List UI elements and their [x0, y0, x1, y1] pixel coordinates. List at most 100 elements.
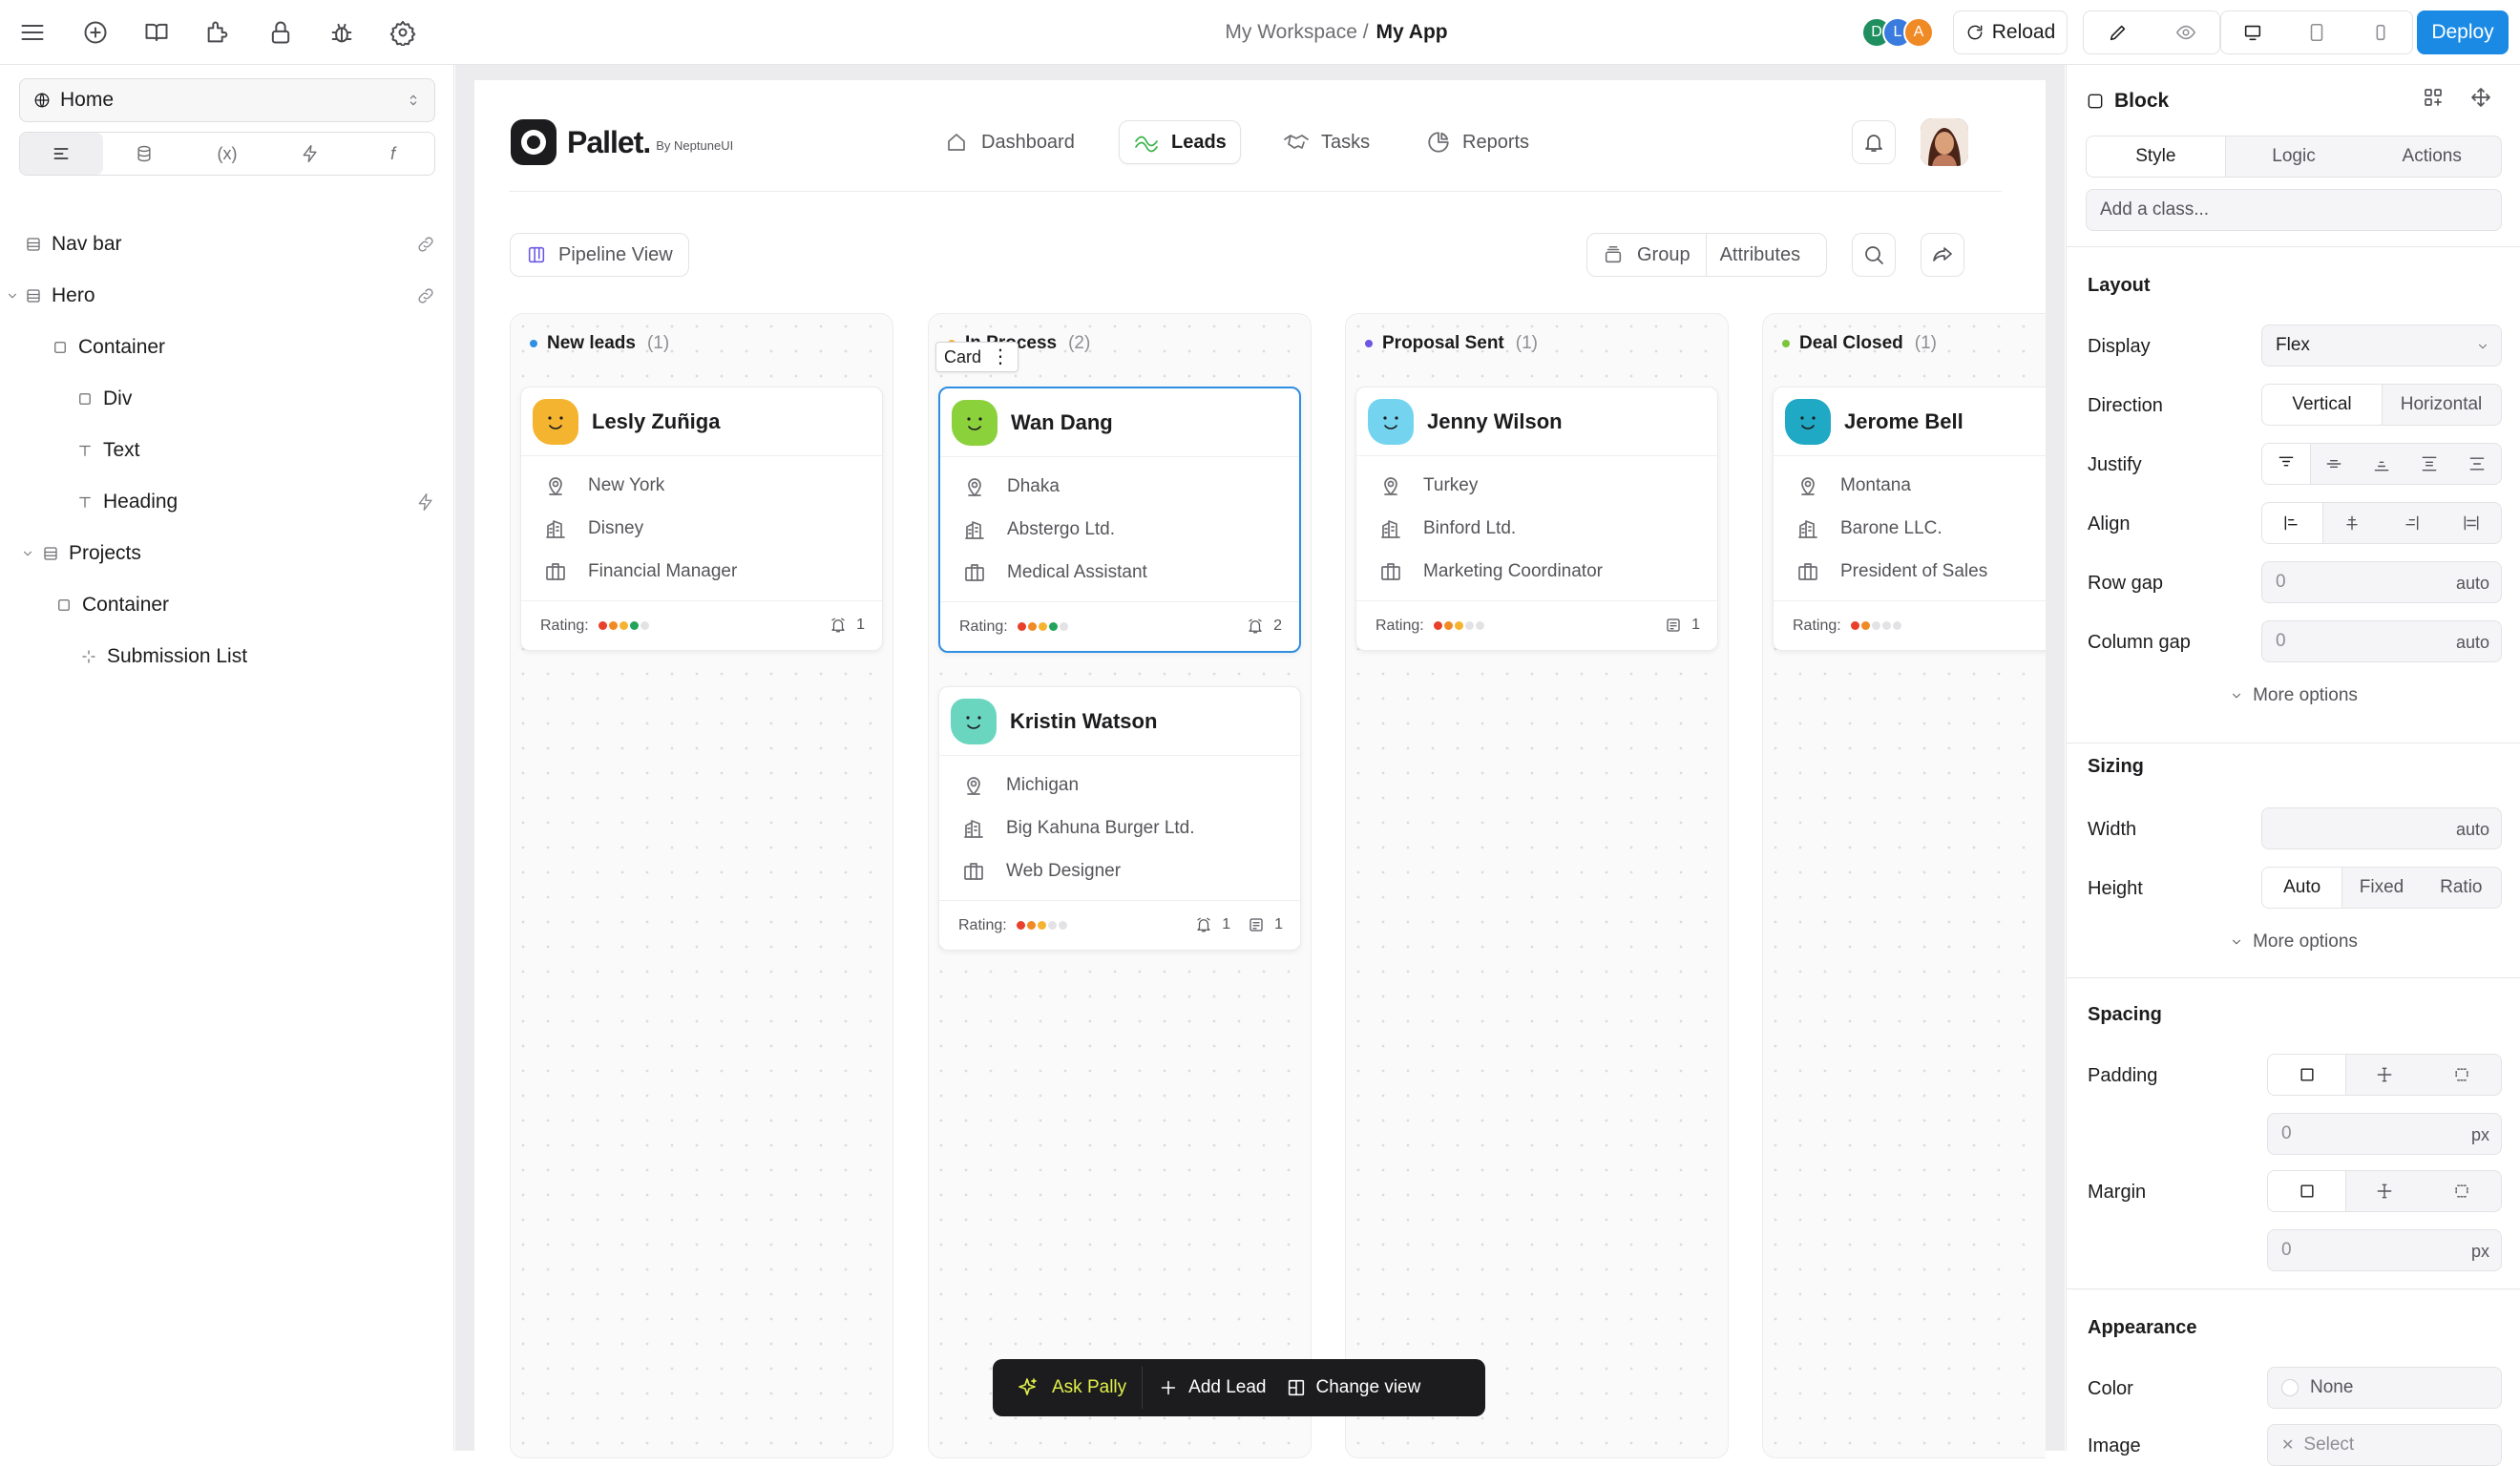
group-button[interactable]: Group: [1587, 234, 1707, 276]
app-logo[interactable]: Pallet. By NeptuneUI: [510, 118, 733, 166]
nav-reports[interactable]: Reports: [1413, 120, 1543, 164]
align-stretch-icon[interactable]: [2442, 503, 2502, 543]
padding-all-icon[interactable]: [2268, 1055, 2346, 1095]
padding-input[interactable]: 0 px: [2267, 1113, 2502, 1155]
lead-card[interactable]: Kristin Watson Michigan Big Kahuna Burger …: [938, 686, 1301, 951]
tab-actions[interactable]: [268, 133, 351, 175]
tree-item-nav-bar[interactable]: Nav bar: [0, 225, 454, 263]
column-gap-input[interactable]: 0 auto: [2261, 620, 2502, 662]
share-button[interactable]: [1921, 233, 1964, 277]
margin-sides-icon[interactable]: [2424, 1171, 2501, 1211]
height-ratio[interactable]: Ratio: [2422, 868, 2501, 908]
tab-variables[interactable]: (x): [186, 133, 269, 175]
tab-actions[interactable]: Actions: [2362, 136, 2501, 177]
collaborator-avatar[interactable]: A: [1903, 17, 1934, 48]
edit-pen-icon[interactable]: [2108, 22, 2129, 43]
lead-card[interactable]: Jenny Wilson Turkey Binford Ltd. Marketing …: [1355, 387, 1718, 651]
add-icon[interactable]: [78, 15, 113, 50]
reload-button[interactable]: Reload: [1953, 10, 2068, 54]
desktop-icon[interactable]: [2242, 22, 2263, 43]
justify-center-icon[interactable]: [2310, 444, 2358, 484]
lead-card[interactable]: Lesly Zuñiga New York Disney Financial Mana…: [520, 387, 883, 651]
align-center-icon[interactable]: [2322, 503, 2383, 543]
breadcrumb-workspace[interactable]: My Workspace /: [1225, 21, 1368, 44]
search-button[interactable]: [1852, 233, 1896, 277]
ask-pally-button[interactable]: Ask Pally: [1000, 1367, 1144, 1409]
tree-item-submission-list[interactable]: Submission List: [0, 638, 454, 676]
pipeline-column-new-leads: New leads (1) Lesly Zuñiga New York Disney F…: [510, 313, 893, 1458]
row-gap-input[interactable]: 0 auto: [2261, 561, 2502, 603]
preview-eye-icon[interactable]: [2175, 22, 2196, 43]
tree-item-container[interactable]: Container: [0, 328, 454, 366]
justify-end-icon[interactable]: [2358, 444, 2405, 484]
bug-icon[interactable]: [325, 15, 359, 50]
tree-item-projects[interactable]: Projects: [0, 534, 454, 573]
notifications-button[interactable]: [1852, 120, 1896, 164]
class-input[interactable]: Add a class...: [2086, 189, 2502, 231]
height-fixed[interactable]: Fixed: [2342, 868, 2421, 908]
margin-all-icon[interactable]: [2268, 1171, 2346, 1211]
nav-tasks[interactable]: Tasks: [1270, 120, 1383, 164]
padding-unit: px: [2470, 1125, 2489, 1144]
color-input[interactable]: None: [2267, 1367, 2502, 1409]
link-icon[interactable]: [416, 235, 435, 254]
settings-gear-icon[interactable]: [386, 15, 420, 50]
direction-vertical[interactable]: Vertical: [2262, 385, 2382, 425]
move-icon[interactable]: [2469, 86, 2492, 109]
tree-item-div[interactable]: Div: [0, 380, 454, 418]
tab-functions[interactable]: f: [351, 133, 434, 175]
direction-horizontal[interactable]: Horizontal: [2382, 385, 2501, 425]
breadcrumb-app[interactable]: My App: [1376, 21, 1448, 44]
book-icon[interactable]: [139, 15, 174, 50]
lightning-icon[interactable]: [416, 492, 435, 512]
components-icon[interactable]: [2422, 86, 2445, 109]
height-auto[interactable]: Auto: [2262, 868, 2342, 908]
pipeline-view-button[interactable]: Pipeline View: [510, 233, 689, 277]
padding-axis-icon[interactable]: [2345, 1055, 2423, 1095]
lead-card[interactable]: Jerome Bell Montana Barone LLC. President o…: [1773, 387, 2046, 651]
deploy-button[interactable]: Deploy: [2417, 10, 2509, 54]
tab-layers[interactable]: [20, 133, 103, 175]
tablet-icon[interactable]: [2306, 22, 2327, 43]
image-select[interactable]: ✕ Select: [2267, 1424, 2502, 1466]
kebab-menu-icon[interactable]: ⋮: [991, 347, 1010, 366]
align-start-icon[interactable]: [2262, 503, 2322, 543]
tree-item-text[interactable]: Text: [0, 431, 454, 470]
chevron-down-icon[interactable]: [6, 289, 19, 303]
tree-item-label: Container: [78, 336, 166, 358]
sizing-more-options[interactable]: More options: [2067, 932, 2520, 953]
tree-item-heading[interactable]: Heading: [0, 483, 454, 521]
lead-card[interactable]: Wan Dang Dhaka Abstergo Ltd. Medical Assist…: [938, 387, 1301, 653]
user-avatar[interactable]: [1921, 118, 1968, 166]
mobile-icon[interactable]: [2370, 22, 2391, 43]
lead-company-text: Binford Ltd.: [1423, 517, 1517, 538]
link-icon[interactable]: [416, 286, 435, 305]
width-input[interactable]: auto: [2261, 807, 2502, 849]
layout-more-options[interactable]: More options: [2067, 685, 2520, 706]
nav-dashboard[interactable]: Dashboard: [932, 120, 1088, 164]
add-lead-button[interactable]: Add Lead: [1143, 1367, 1281, 1409]
justify-between-icon[interactable]: [2405, 444, 2453, 484]
margin-input[interactable]: 0 px: [2267, 1229, 2502, 1271]
menu-icon[interactable]: [15, 15, 50, 50]
align-end-icon[interactable]: [2382, 503, 2442, 543]
selected-element-tag[interactable]: Card ⋮: [935, 342, 1019, 372]
chevron-down-icon[interactable]: [21, 547, 34, 560]
tree-item-hero[interactable]: Hero: [0, 277, 454, 315]
page-select[interactable]: Home: [19, 78, 435, 122]
plugin-icon[interactable]: [200, 15, 235, 50]
tab-style[interactable]: Style: [2087, 136, 2225, 177]
nav-leads[interactable]: Leads: [1119, 120, 1241, 164]
justify-start-icon[interactable]: [2262, 444, 2310, 484]
padding-sides-icon[interactable]: [2424, 1055, 2501, 1095]
margin-axis-icon[interactable]: [2345, 1171, 2423, 1211]
change-view-button[interactable]: Change view: [1282, 1367, 1437, 1409]
tab-data[interactable]: [103, 133, 186, 175]
lock-icon[interactable]: [263, 15, 298, 50]
card-footer: Rating: 1: [1356, 600, 1717, 650]
tab-logic[interactable]: Logic: [2225, 136, 2363, 177]
justify-around-icon[interactable]: [2453, 444, 2501, 484]
attributes-button[interactable]: Attributes: [1707, 234, 1814, 276]
display-select[interactable]: Flex: [2261, 325, 2502, 366]
tree-item-container[interactable]: Container: [0, 586, 454, 624]
